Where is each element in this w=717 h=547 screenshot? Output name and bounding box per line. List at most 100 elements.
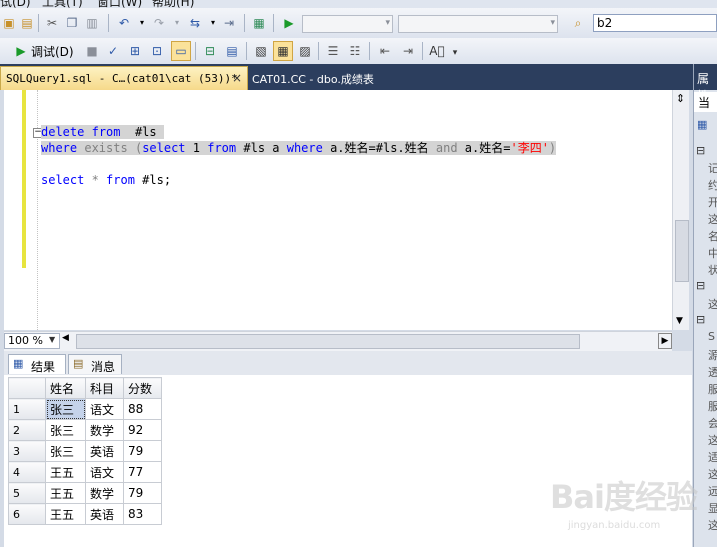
property-row[interactable]: 开 xyxy=(708,194,717,210)
row-number[interactable]: 3 xyxy=(8,440,46,462)
cell[interactable]: 张三 xyxy=(45,398,86,420)
tab-sqlquery1[interactable]: SQLQuery1.sql - C…(cat01\cat (53))* × xyxy=(0,66,248,90)
cell[interactable]: 83 xyxy=(123,503,162,525)
scroll-thumb[interactable] xyxy=(675,220,689,282)
comment-icon[interactable]: ☰ xyxy=(324,42,342,60)
cell[interactable]: 77 xyxy=(123,461,162,483)
row-number[interactable]: 2 xyxy=(8,419,46,441)
menu-tools[interactable]: 工具(T) xyxy=(42,0,83,8)
property-row[interactable]: 这 xyxy=(708,211,717,227)
uncomment-icon[interactable]: ☷ xyxy=(346,42,364,60)
expand-icon[interactable]: ⊟ xyxy=(696,279,705,292)
row-number[interactable]: 1 xyxy=(8,398,46,420)
start-icon[interactable]: ▶ xyxy=(280,14,298,32)
cell[interactable]: 王五 xyxy=(45,482,86,504)
scroll-left-icon[interactable]: ◀ xyxy=(62,333,69,343)
row-number[interactable]: 4 xyxy=(8,461,46,483)
undo-icon[interactable]: ↶ xyxy=(115,14,133,32)
properties-object-combo[interactable]: 当 xyxy=(694,92,717,112)
cell[interactable]: 英语 xyxy=(85,440,124,462)
property-row[interactable]: 这 xyxy=(708,296,717,312)
close-tab-icon[interactable]: × xyxy=(232,71,242,85)
paste-icon[interactable]: ▥ xyxy=(83,14,101,32)
copy-icon[interactable]: ❐ xyxy=(63,14,81,32)
menu-debug[interactable]: 试(D) xyxy=(0,0,31,8)
cell[interactable]: 79 xyxy=(123,482,162,504)
redo-icon[interactable]: ↷ xyxy=(150,14,168,32)
query-editor[interactable]: − delete from #ls where exists (select 1… xyxy=(4,90,672,330)
specify-values-icon[interactable]: A⃞ xyxy=(428,42,446,60)
find-in-files-icon[interactable]: ⌕ xyxy=(569,14,587,32)
cell[interactable]: 张三 xyxy=(45,440,86,462)
editor-horizontal-scrollbar[interactable]: ◀ ▶ xyxy=(62,333,672,349)
property-row[interactable]: 会 xyxy=(708,415,717,431)
cell[interactable]: 英语 xyxy=(85,503,124,525)
grid-corner[interactable] xyxy=(8,377,46,399)
menu-window[interactable]: 窗口(W) xyxy=(97,0,142,8)
editor-vertical-scrollbar[interactable]: ⇕ ▼ xyxy=(672,90,689,330)
stop-icon[interactable]: ■ xyxy=(83,42,101,60)
redo-dropdown-icon[interactable]: ▾ xyxy=(168,14,186,32)
increase-indent-icon[interactable]: ⇥ xyxy=(399,42,417,60)
cell[interactable]: 语文 xyxy=(85,461,124,483)
property-row[interactable]: 记 xyxy=(708,160,717,176)
open-file-icon[interactable]: ▤ xyxy=(18,14,36,32)
row-number[interactable]: 5 xyxy=(8,482,46,504)
platform-combo[interactable]: ▾ xyxy=(398,15,558,33)
property-row[interactable]: 状 xyxy=(708,262,717,278)
tab-results[interactable]: ▦ 结果 xyxy=(8,354,66,374)
property-row[interactable]: 透 xyxy=(708,364,717,380)
hscroll-thumb[interactable] xyxy=(76,334,580,349)
property-row[interactable]: 源 xyxy=(708,347,717,363)
include-plan-icon[interactable]: ⊟ xyxy=(201,42,219,60)
query-options-icon[interactable]: ⊡ xyxy=(148,42,166,60)
tab-messages[interactable]: ▤ 消息 xyxy=(68,354,122,374)
column-header[interactable]: 科目 xyxy=(85,377,124,399)
cell[interactable]: 王五 xyxy=(45,461,86,483)
expand-icon[interactable]: ⊟ xyxy=(696,144,705,157)
client-stats-icon[interactable]: ▤ xyxy=(223,42,241,60)
column-header[interactable]: 姓名 xyxy=(45,377,86,399)
solution-config-combo[interactable]: ▾ xyxy=(302,15,393,33)
zoom-combo[interactable]: 100 % ▼ xyxy=(4,333,60,349)
cut-icon[interactable]: ✂ xyxy=(43,14,61,32)
find-input[interactable]: b2 xyxy=(593,14,717,32)
property-row[interactable]: 名 xyxy=(708,228,717,244)
property-row[interactable]: 服 xyxy=(708,398,717,414)
cell[interactable]: 数学 xyxy=(85,419,124,441)
property-row[interactable]: 适 xyxy=(708,449,717,465)
display-plan-icon[interactable]: ⊞ xyxy=(126,42,144,60)
menu-help[interactable]: 帮助(H) xyxy=(152,0,194,8)
column-header[interactable]: 分数 xyxy=(123,377,162,399)
decrease-indent-icon[interactable]: ⇤ xyxy=(376,42,394,60)
cell[interactable]: 79 xyxy=(123,440,162,462)
cell[interactable]: 92 xyxy=(123,419,162,441)
parse-icon[interactable]: ✓ xyxy=(104,42,122,60)
intellisense-icon[interactable]: ▭ xyxy=(171,41,191,61)
property-row[interactable]: 这 xyxy=(708,432,717,448)
property-row[interactable]: S xyxy=(708,330,715,343)
toolbar-overflow-icon[interactable]: ▾ xyxy=(446,44,464,62)
new-query-icon[interactable]: ▣ xyxy=(0,14,18,32)
property-row[interactable]: 约 xyxy=(708,177,717,193)
navigate-forward-icon[interactable]: ⇥ xyxy=(220,14,238,32)
results-to-text-icon[interactable]: ▧ xyxy=(252,42,270,60)
cell[interactable]: 语文 xyxy=(85,398,124,420)
cell[interactable]: 数学 xyxy=(85,482,124,504)
cell[interactable]: 王五 xyxy=(45,503,86,525)
results-to-grid-icon[interactable]: ▦ xyxy=(273,41,293,61)
debug-button[interactable]: 调试(D) xyxy=(31,43,74,60)
property-row[interactable]: 服 xyxy=(708,381,717,397)
navigate-backward-icon[interactable]: ⇆ xyxy=(186,14,204,32)
execute-icon[interactable]: ▶ xyxy=(12,42,30,60)
scroll-right-icon[interactable]: ▶ xyxy=(658,333,672,349)
results-to-file-icon[interactable]: ▨ xyxy=(296,42,314,60)
categorized-icon[interactable]: ▦ xyxy=(697,118,707,131)
split-icon[interactable]: ⇕ xyxy=(674,92,687,106)
scroll-down-icon[interactable]: ▼ xyxy=(676,316,683,326)
tab-cat01-cc[interactable]: CAT01.CC - dbo.成绩表 xyxy=(252,71,374,87)
properties-title-bar[interactable]: 属性 xyxy=(694,64,717,103)
expand-icon[interactable]: ⊟ xyxy=(696,313,705,326)
chart-icon[interactable]: ▦ xyxy=(250,14,268,32)
cell[interactable]: 88 xyxy=(123,398,162,420)
